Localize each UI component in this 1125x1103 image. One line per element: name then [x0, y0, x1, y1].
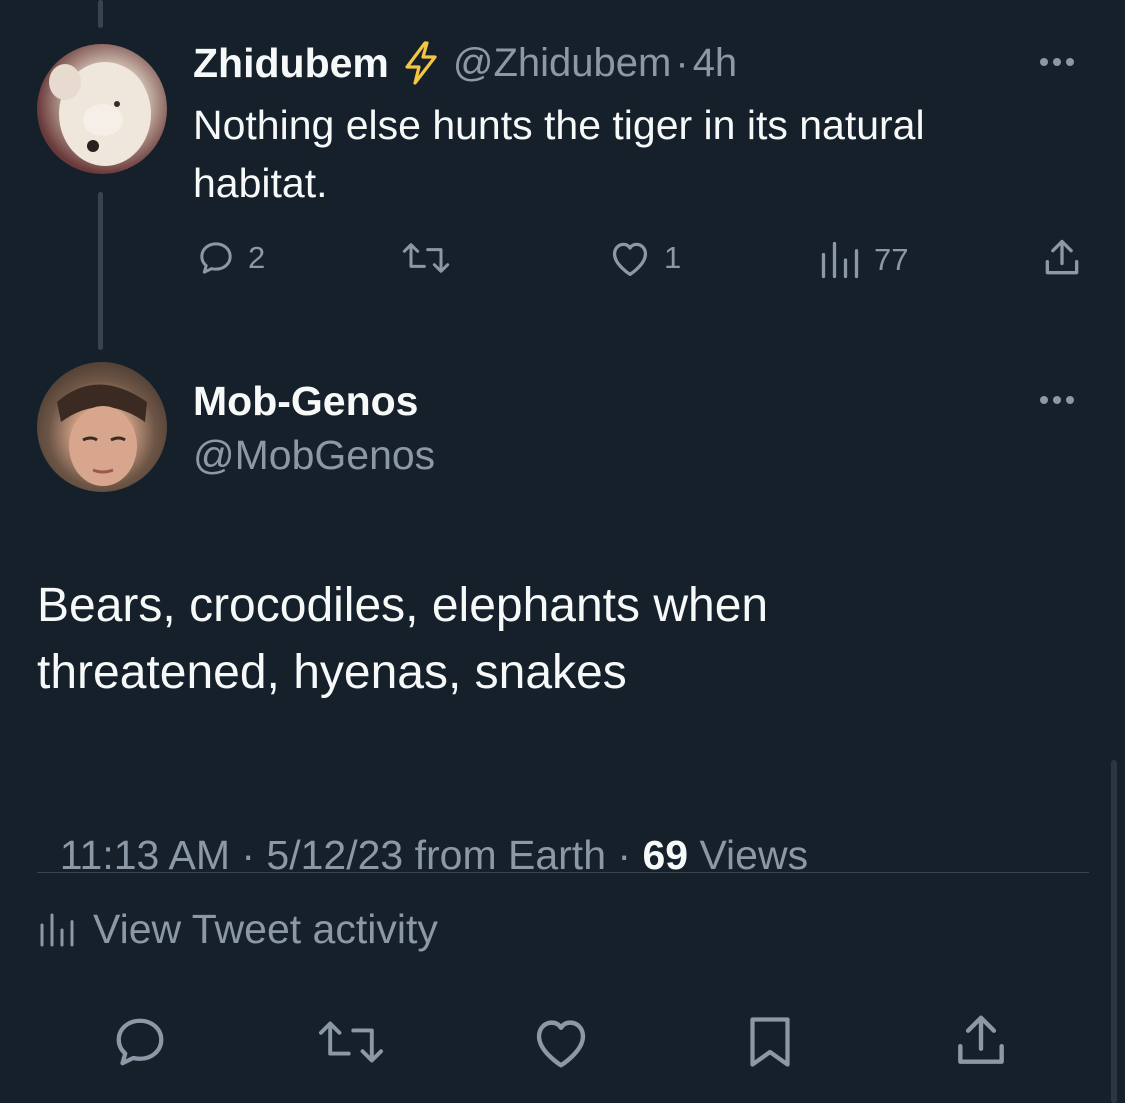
retweet-icon	[318, 1021, 384, 1063]
tweet-metadata: 11:13 AM · 5/12/23 from Earth · 69 Views	[37, 785, 808, 879]
bookmark-icon	[750, 1017, 790, 1067]
main-tweet-text: Bears, crocodiles, elephants when threat…	[37, 572, 768, 706]
view-tweet-activity-link[interactable]: View Tweet activity	[37, 906, 438, 953]
heart-icon	[612, 242, 648, 276]
display-name[interactable]: Zhidubem	[193, 40, 389, 87]
avatar-mobgenos[interactable]	[37, 362, 167, 492]
reply-icon	[116, 1018, 164, 1066]
reply-button[interactable]: 2	[196, 238, 265, 278]
thread-line-top	[98, 0, 103, 28]
time-ago[interactable]: 4h	[693, 41, 738, 86]
reply-button-main[interactable]	[110, 1012, 170, 1077]
parent-tweet-text-line2: habitat.	[193, 160, 328, 206]
parent-tweet-text: Nothing else hunts the tiger in its natu…	[193, 96, 925, 212]
retweet-button[interactable]	[398, 238, 454, 278]
parent-tweet-header: Zhidubem @Zhidubem · 4h	[193, 38, 737, 88]
share-button-main[interactable]	[950, 1010, 1012, 1077]
retweet-icon	[402, 243, 450, 273]
author-display-name[interactable]: Mob-Genos	[193, 378, 418, 425]
retweet-button-main[interactable]	[314, 1012, 388, 1077]
avatar-zhidubem[interactable]	[37, 44, 167, 174]
scrollbar[interactable]	[1111, 760, 1117, 1103]
author-handle[interactable]: @MobGenos	[193, 432, 435, 479]
analytics-icon	[821, 241, 859, 279]
divider	[37, 872, 1089, 873]
more-options-icon[interactable]	[1040, 58, 1074, 66]
view-tweet-activity-label: View Tweet activity	[93, 906, 438, 952]
reply-icon	[200, 242, 232, 274]
like-count: 1	[664, 240, 682, 275]
heart-icon	[536, 1020, 586, 1068]
separator-dot: ·	[675, 40, 689, 85]
profile-photo	[57, 384, 147, 486]
share-button[interactable]	[1040, 236, 1084, 280]
reply-count: 2	[248, 240, 266, 275]
lightning-bolt-icon	[405, 41, 437, 85]
main-tweet-text-line1: Bears, crocodiles, elephants when	[37, 579, 769, 632]
views-button[interactable]: 77	[818, 238, 908, 282]
parent-tweet-text-line1: Nothing else hunts the tiger in its natu…	[193, 102, 925, 148]
bear-plush-image	[37, 62, 151, 174]
bookmark-button[interactable]	[740, 1012, 800, 1077]
like-button[interactable]: 1	[608, 238, 681, 278]
handle[interactable]: @Zhidubem	[453, 41, 671, 86]
like-button-main[interactable]	[530, 1012, 592, 1077]
thread-line-connector	[98, 192, 103, 350]
share-icon	[958, 1015, 1004, 1064]
share-icon	[1045, 239, 1079, 275]
main-tweet-text-line2: threatened, hyenas, snakes	[37, 646, 627, 699]
view-count: 77	[874, 242, 909, 277]
analytics-icon	[40, 913, 74, 946]
more-options-icon-main[interactable]	[1040, 396, 1074, 404]
